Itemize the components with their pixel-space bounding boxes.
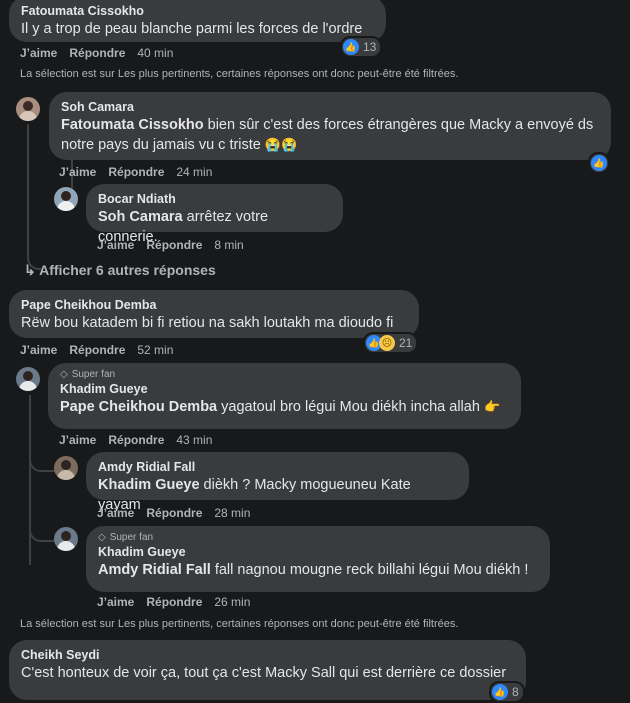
- comment-actions: J’aime Répondre 28 min: [97, 506, 250, 520]
- like-button[interactable]: J’aime: [59, 433, 96, 447]
- comment-time[interactable]: 8 min: [214, 238, 243, 252]
- like-button[interactable]: J’aime: [97, 238, 134, 252]
- like-button[interactable]: J’aime: [97, 506, 134, 520]
- comment-time[interactable]: 28 min: [214, 506, 250, 520]
- filter-notice: La sélection est sur Les plus pertinents…: [20, 68, 459, 80]
- comment-text: Il y a trop de peau blanche parmi les fo…: [21, 21, 363, 37]
- comment-bubble: ◇ Super fan Khadim Gueye Pape Cheikhou D…: [48, 363, 521, 429]
- comment-bubble: Pape Cheikhou Demba Rëw bou katadem bi f…: [9, 290, 419, 338]
- comment-actions: J’aime Répondre 52 min: [20, 343, 173, 357]
- reply-button[interactable]: Répondre: [69, 343, 125, 357]
- show-more-replies-link[interactable]: ↳ Afficher 6 autres réponses: [24, 262, 216, 279]
- comment-author[interactable]: Amdy Ridial Fall: [98, 459, 457, 475]
- comment-author[interactable]: Cheikh Seydi: [21, 647, 514, 663]
- comment-bubble: Fatoumata Cissokho Il y a trop de peau b…: [9, 0, 386, 42]
- comment-time[interactable]: 43 min: [176, 433, 212, 447]
- reply-button[interactable]: Répondre: [146, 238, 202, 252]
- mention-link[interactable]: Pape Cheikhou Demba: [60, 399, 217, 415]
- like-reaction-icon: 👍: [492, 684, 508, 700]
- avatar[interactable]: [54, 456, 78, 480]
- avatar[interactable]: [54, 527, 78, 551]
- super-fan-badge: ◇ Super fan: [98, 532, 154, 543]
- comment-author[interactable]: Bocar Ndiath: [98, 191, 331, 207]
- super-fan-badge: ◇ Super fan: [60, 369, 116, 380]
- like-button[interactable]: J’aime: [59, 165, 96, 179]
- like-button[interactable]: J’aime: [20, 46, 57, 60]
- comment-author[interactable]: Fatoumata Cissokho: [21, 3, 374, 19]
- comment-text: Rëw bou katadem bi fi retiou na sakh lou…: [21, 315, 394, 331]
- comment-bubble: ◇ Super fan Khadim Gueye Amdy Ridial Fal…: [86, 526, 550, 592]
- comment-time[interactable]: 40 min: [137, 46, 173, 60]
- like-reaction-icon: 👍: [343, 39, 359, 55]
- comment-actions: J’aime Répondre 43 min: [59, 433, 212, 447]
- comment-bubble: Soh Camara Fatoumata Cissokho bien sûr c…: [49, 92, 611, 160]
- comment-author[interactable]: Khadim Gueye: [98, 544, 538, 560]
- comment-actions: J’aime Répondre 40 min: [20, 46, 173, 60]
- comment-actions: J’aime Répondre 8 min: [97, 238, 244, 252]
- diamond-icon: ◇: [60, 369, 68, 380]
- mention-link[interactable]: Fatoumata Cissokho: [61, 117, 204, 133]
- comment-actions: J’aime Répondre 26 min: [97, 595, 250, 609]
- diamond-icon: ◇: [98, 532, 106, 543]
- avatar[interactable]: [54, 187, 78, 211]
- reply-button[interactable]: Répondre: [146, 595, 202, 609]
- comment-bubble: Bocar Ndiath Soh Camara arrêtez votre co…: [86, 184, 343, 245]
- comment-author[interactable]: Pape Cheikhou Demba: [21, 297, 407, 313]
- thread-curve-2: [29, 460, 55, 472]
- like-button[interactable]: J’aime: [97, 595, 134, 609]
- reply-button[interactable]: Répondre: [108, 433, 164, 447]
- comment-actions: J’aime Répondre 24 min: [59, 165, 212, 179]
- like-reaction-icon: 👍: [591, 155, 607, 171]
- thread-line: [27, 124, 29, 254]
- comment-time[interactable]: 52 min: [137, 343, 173, 357]
- pointing-emoji: 👉: [483, 399, 501, 414]
- reaction-count[interactable]: 👍 ☹ 21: [363, 332, 419, 354]
- reply-button[interactable]: Répondre: [146, 506, 202, 520]
- sad-reaction-icon: ☹: [379, 335, 395, 351]
- mention-link[interactable]: Khadim Gueye: [98, 477, 200, 493]
- reaction-count[interactable]: 👍 8: [489, 681, 525, 703]
- crying-emoji: 😭😭: [264, 137, 298, 152]
- reaction-count[interactable]: 👍 13: [340, 36, 383, 58]
- reply-button[interactable]: Répondre: [69, 46, 125, 60]
- comment-time[interactable]: 24 min: [176, 165, 212, 179]
- avatar[interactable]: [16, 97, 40, 121]
- comment-text: fall nagnou mougne reck billahi légui Mo…: [210, 562, 529, 578]
- comment-bubble: Cheikh Seydi C'est honteux de voir ça, t…: [9, 640, 526, 700]
- avatar[interactable]: [16, 367, 40, 391]
- thread-curve-3: [29, 530, 55, 542]
- reply-arrow-icon: ↳: [24, 262, 36, 278]
- like-button[interactable]: J’aime: [20, 343, 57, 357]
- comment-text: yagatoul bro légui Mou diékh incha allah: [217, 399, 484, 415]
- comment-time[interactable]: 26 min: [214, 595, 250, 609]
- comment-author[interactable]: Khadim Gueye: [60, 381, 509, 397]
- comment-bubble: Amdy Ridial Fall Khadim Gueye dièkh ? Ma…: [86, 452, 469, 513]
- comment-author[interactable]: Soh Camara: [61, 99, 599, 115]
- reply-button[interactable]: Répondre: [108, 165, 164, 179]
- reaction-count[interactable]: 👍: [588, 152, 610, 174]
- thread-line-2: [29, 395, 31, 565]
- mention-link[interactable]: Soh Camara: [98, 209, 183, 225]
- mention-link[interactable]: Amdy Ridial Fall: [98, 562, 211, 578]
- filter-notice: La sélection est sur Les plus pertinents…: [20, 618, 459, 630]
- comment-text: C'est honteux de voir ça, tout ça c'est …: [21, 665, 507, 681]
